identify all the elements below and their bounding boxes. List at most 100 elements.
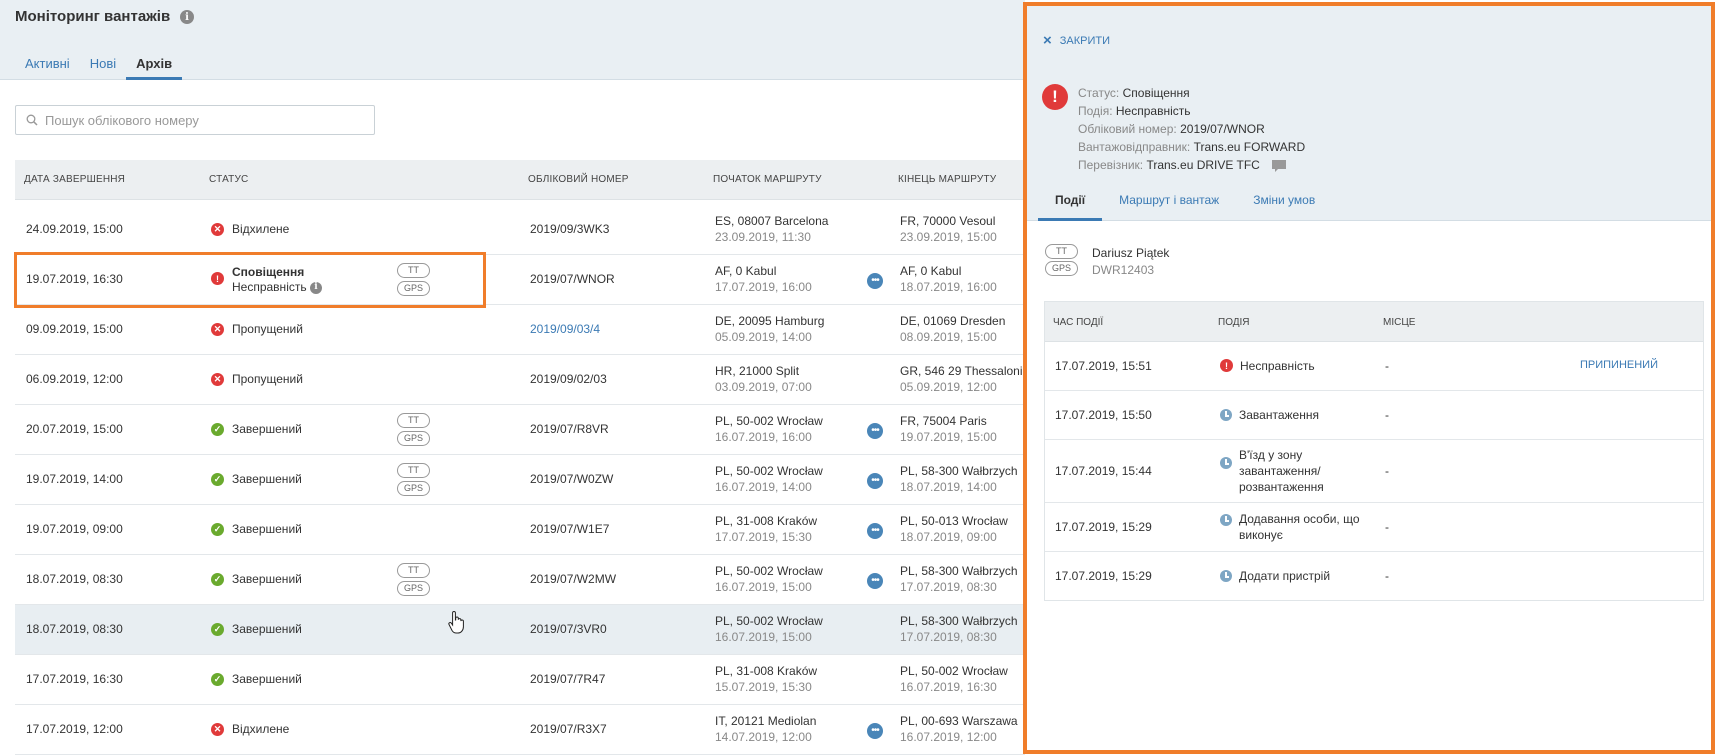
chat-icon[interactable] — [1271, 159, 1287, 173]
table-row[interactable]: 19.07.2019, 16:30 ! Сповіщення Несправніст… — [15, 255, 1025, 305]
table-row[interactable]: 17.07.2019, 12:00 ✕ Відхилене 2019/07/R3X… — [15, 705, 1025, 755]
tab-new[interactable]: Нові — [80, 52, 126, 80]
row-status: ✕ Відхилене — [211, 722, 289, 736]
row-status-label: Сповіщення — [232, 265, 305, 279]
table-row[interactable]: 18.07.2019, 08:30 ✓ Завершений 2019/07/3V… — [15, 605, 1025, 655]
table-row[interactable]: 20.07.2019, 15:00 ✓ Завершений TT GPS 2019… — [15, 405, 1025, 455]
row-date: 18.07.2019, 08:30 — [26, 622, 123, 636]
event-row: 17.07.2019, 15:51 ! Несправність - ПРИПИН… — [1045, 342, 1703, 391]
row-start-place: PL, 50-002 Wrocław — [715, 464, 823, 478]
column-header-end[interactable]: КІНЕЦЬ МАРШРУТУ — [898, 174, 996, 185]
row-end: DE, 01069 Dresden 08.09.2019, 15:00 — [900, 313, 1005, 345]
event-place: - — [1385, 520, 1389, 534]
row-date: 24.09.2019, 15:00 — [26, 222, 123, 236]
close-button[interactable]: × ЗАКРИТИ — [1043, 32, 1110, 49]
search-placeholder: Пошук облікового номеру — [45, 112, 199, 128]
table-row[interactable]: 17.07.2019, 16:30 ✓ Завершений 2019/07/7R… — [15, 655, 1025, 705]
column-header-start[interactable]: ПОЧАТОК МАРШРУТУ — [713, 174, 822, 185]
shipment-details: Статус: Сповіщення Подія: Несправність О… — [1078, 84, 1305, 174]
row-end: PL, 58-300 Wałbrzych 18.07.2019, 14:00 — [900, 463, 1018, 495]
clock-icon — [1220, 514, 1232, 526]
tab-condition-changes[interactable]: Зміни умов — [1236, 192, 1332, 221]
tabs: Активні Нові Архів — [15, 52, 183, 80]
more-stops-icon[interactable]: ••• — [867, 572, 883, 589]
event-row: 17.07.2019, 15:29 Додати пристрій - — [1045, 552, 1703, 600]
row-ref: 2019/07/7R47 — [530, 672, 606, 686]
row-end: PL, 58-300 Wałbrzych 17.07.2019, 08:30 — [900, 563, 1018, 595]
info-icon[interactable]: i — [180, 10, 194, 24]
table-row[interactable]: 18.07.2019, 08:30 ✓ Завершений TT GPS 2019… — [15, 555, 1025, 605]
row-end-place: AF, 0 Kabul — [900, 264, 962, 278]
tt-badge: TT — [397, 463, 431, 478]
detail-value: Trans.eu DRIVE TFC — [1146, 158, 1260, 172]
column-header-status[interactable]: СТАТУС — [209, 174, 248, 185]
row-start-time: 23.09.2019, 11:30 — [715, 230, 811, 244]
info-icon[interactable]: i — [309, 281, 322, 294]
row-end-time: 17.07.2019, 08:30 — [900, 630, 997, 644]
row-end: PL, 50-002 Wrocław 16.07.2019, 16:30 — [900, 663, 1008, 695]
tracking-badges: TT GPS — [397, 463, 431, 496]
column-header-date[interactable]: ДАТА ЗАВЕРШЕННЯ — [24, 174, 125, 185]
row-start: AF, 0 Kabul 17.07.2019, 16:00 — [715, 263, 812, 295]
tab-archive[interactable]: Архів — [126, 52, 183, 80]
search-icon — [26, 114, 38, 126]
close-label: ЗАКРИТИ — [1059, 34, 1111, 47]
table-row[interactable]: 09.09.2019, 15:00 ✕ Пропущений 2019/09/03… — [15, 305, 1025, 355]
table-row[interactable]: 19.07.2019, 09:00 ✓ Завершений 2019/07/W1… — [15, 505, 1025, 555]
row-start: PL, 50-002 Wrocław 16.07.2019, 15:00 — [715, 613, 823, 645]
more-stops-icon[interactable]: ••• — [867, 522, 883, 539]
row-date: 19.07.2019, 16:30 — [26, 272, 123, 286]
event-row: 17.07.2019, 15:44 В'їзд у зону завантаже… — [1045, 440, 1703, 503]
more-stops-icon[interactable]: ••• — [867, 722, 883, 739]
row-end-time: 16.07.2019, 12:00 — [900, 730, 997, 744]
stopped-status-link[interactable]: ПРИПИНЕНИЙ — [1580, 359, 1658, 371]
row-status-label: Завершений — [232, 472, 302, 486]
check-icon: ✓ — [211, 672, 224, 686]
row-start-place: PL, 31-008 Kraków — [715, 514, 818, 528]
row-date: 19.07.2019, 14:00 — [26, 472, 123, 486]
row-status-label: Завершений — [232, 622, 302, 636]
tab-route-cargo[interactable]: Маршрут і вантаж — [1102, 192, 1236, 221]
row-date: 17.07.2019, 12:00 — [26, 722, 123, 736]
row-date: 06.09.2019, 12:00 — [26, 372, 123, 386]
more-stops-icon[interactable]: ••• — [867, 422, 883, 439]
row-end: PL, 00-693 Warszawa 16.07.2019, 12:00 — [900, 713, 1018, 745]
row-start-place: DE, 20095 Hamburg — [715, 314, 825, 328]
row-end-time: 17.07.2019, 08:30 — [900, 580, 997, 594]
table-row[interactable]: 24.09.2019, 15:00 ✕ Відхилене 2019/09/3WK… — [15, 205, 1025, 255]
row-start: PL, 50-002 Wrocław 16.07.2019, 14:00 — [715, 463, 823, 495]
tab-active[interactable]: Активні — [15, 52, 80, 80]
tt-badge: TT — [397, 563, 431, 578]
event-place: - — [1385, 359, 1389, 373]
search-input[interactable]: Пошук облікового номеру — [15, 105, 375, 135]
app: Моніторинг вантажів i Активні Нові Архів… — [0, 0, 1715, 755]
row-end: GR, 546 29 Thessaloni 05.09.2019, 12:00 — [900, 363, 1023, 395]
column-header-ref[interactable]: ОБЛІКОВИЙ НОМЕР — [528, 174, 629, 185]
row-start-place: AF, 0 Kabul — [715, 264, 777, 278]
clock-icon — [1220, 457, 1232, 469]
row-end-place: DE, 01069 Dresden — [900, 314, 1006, 328]
table-row[interactable]: 06.09.2019, 12:00 ✕ Пропущений 2019/09/02… — [15, 355, 1025, 405]
row-ref: 2019/07/R8VR — [530, 422, 609, 436]
row-date: 09.09.2019, 15:00 — [26, 322, 123, 336]
alert-icon: ! — [1220, 359, 1233, 372]
table-row[interactable]: 19.07.2019, 14:00 ✓ Завершений TT GPS 2019… — [15, 455, 1025, 505]
more-stops-icon[interactable]: ••• — [867, 272, 883, 289]
detail-value: Trans.eu FORWARD — [1193, 140, 1306, 154]
event-time: 17.07.2019, 15:29 — [1055, 520, 1152, 534]
gps-badge: GPS — [1045, 261, 1079, 276]
event-label: Додати пристрій — [1239, 569, 1331, 583]
row-end-time: 19.07.2019, 15:00 — [900, 430, 997, 444]
table-header: ДАТА ЗАВЕРШЕННЯ СТАТУС ОБЛІКОВИЙ НОМЕР П… — [15, 160, 1025, 200]
event-time: 17.07.2019, 15:29 — [1055, 569, 1152, 583]
more-stops-icon[interactable]: ••• — [867, 472, 883, 489]
event-label: Додавання особи, що виконує — [1239, 512, 1360, 542]
row-end-place: PL, 58-300 Wałbrzych — [900, 614, 1018, 628]
row-ref-link[interactable]: 2019/09/03/4 — [530, 322, 600, 336]
row-ref: 2019/09/02/03 — [530, 372, 607, 386]
tab-events[interactable]: Події — [1038, 192, 1103, 221]
row-start-time: 17.07.2019, 16:00 — [715, 280, 812, 294]
row-status-label: Завершений — [232, 672, 302, 686]
row-start-place: PL, 50-002 Wrocław — [715, 564, 823, 578]
panel-header: × ЗАКРИТИ ! Статус: Сповіщення Подія: Нес… — [1027, 6, 1711, 221]
